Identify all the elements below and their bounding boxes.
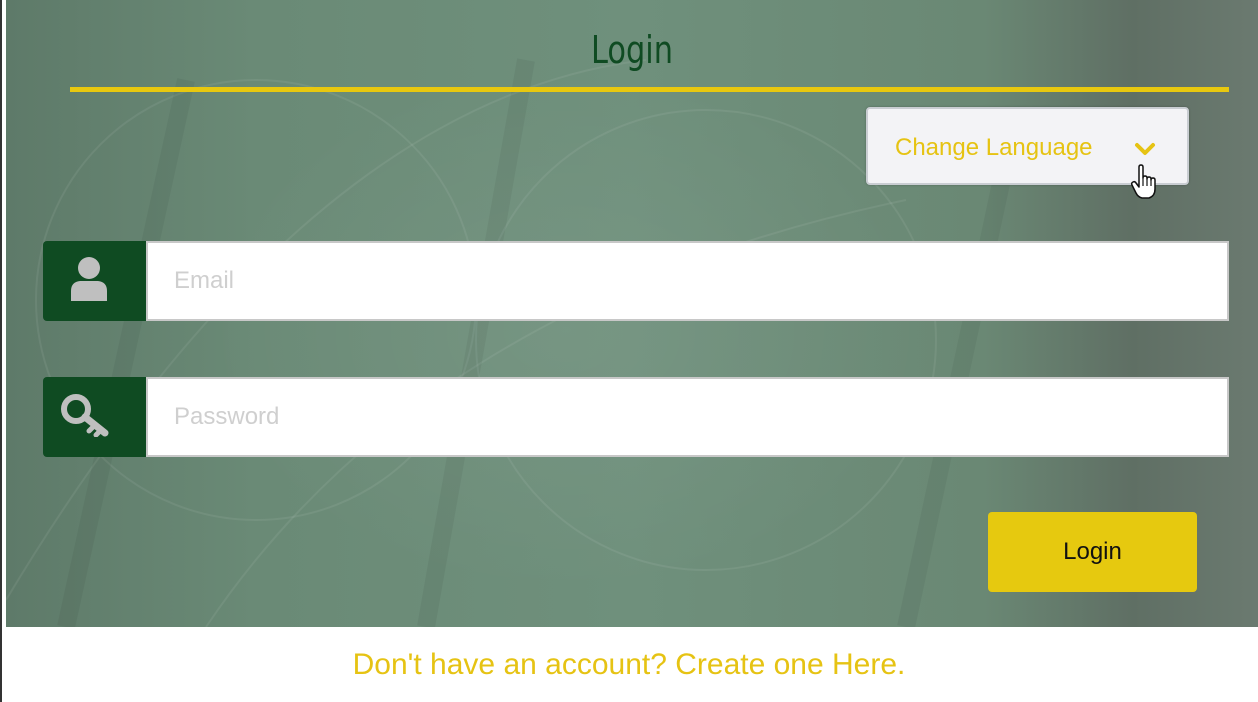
chevron-down-icon [1135, 143, 1155, 155]
email-field[interactable] [146, 241, 1229, 321]
key-icon [61, 394, 109, 437]
change-language-label: Change Language [895, 134, 1093, 161]
title-underline [70, 87, 1229, 92]
email-icon-box [43, 241, 146, 321]
password-row [43, 377, 1229, 457]
create-account-link[interactable]: Don't have an account? Create one Here. [0, 648, 1258, 682]
email-row [43, 241, 1229, 321]
login-panel: Login Change Language Login [6, 0, 1258, 627]
password-field[interactable] [146, 377, 1229, 457]
hand-pointer-icon [1131, 164, 1156, 199]
password-icon-box [43, 377, 146, 457]
user-icon [71, 257, 107, 301]
page-title: Login [590, 28, 673, 72]
login-button[interactable]: Login [988, 512, 1197, 592]
left-border [0, 0, 2, 702]
